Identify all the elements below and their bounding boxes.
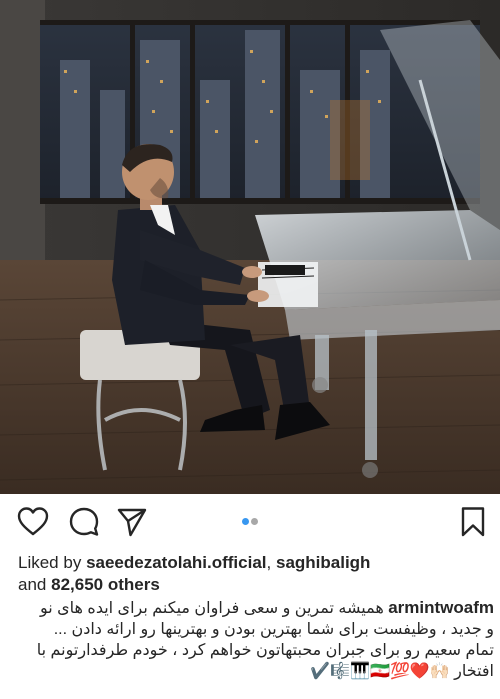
post-caption: armintwoafm همیشه تمرین و سعی فراوان میک… xyxy=(12,597,494,682)
likes-prefix: Liked by xyxy=(18,553,82,572)
caption-text: افتخار 🙌🏻❤️💯🇮🇷🎹🎼✔️ xyxy=(310,663,494,680)
caption-text: همیشه تمرین و سعی فراوان میکنم برای ایده… xyxy=(39,600,384,617)
carousel-dot xyxy=(251,518,258,525)
carousel-indicator xyxy=(242,518,262,526)
heart-outline-icon[interactable] xyxy=(16,505,50,539)
carousel-dot-active xyxy=(242,518,249,525)
likes-count-link[interactable]: 82,650 others xyxy=(51,575,160,594)
likes-and: and xyxy=(18,575,47,594)
speech-bubble-icon[interactable] xyxy=(67,505,101,539)
caption-username-link[interactable]: armintwoafm xyxy=(388,598,494,617)
likes-summary: Liked by saeedezatolahi.official, saghib… xyxy=(18,552,488,596)
caption-text: و جدید ، وظیفست برای شما بهترین بودن و ب… xyxy=(53,621,494,638)
post-action-bar xyxy=(0,494,500,550)
post-photo[interactable] xyxy=(0,0,500,494)
likes-line-1: Liked by saeedezatolahi.official, saghib… xyxy=(18,552,488,574)
post-image xyxy=(0,0,500,494)
liked-by-user-link[interactable]: saghibaligh xyxy=(276,553,370,572)
caption-text: تمام سعیم رو برای جبران محبتهاتون خواهم … xyxy=(36,642,494,659)
caption-line: armintwoafm همیشه تمرین و سعی فراوان میک… xyxy=(12,597,494,619)
bookmark-icon[interactable] xyxy=(456,505,490,539)
likes-line-2: and 82,650 others xyxy=(18,574,488,596)
likes-separator: , xyxy=(266,553,272,572)
paper-plane-icon[interactable] xyxy=(115,505,149,539)
liked-by-user-link[interactable]: saeedezatolahi.official xyxy=(86,553,266,572)
